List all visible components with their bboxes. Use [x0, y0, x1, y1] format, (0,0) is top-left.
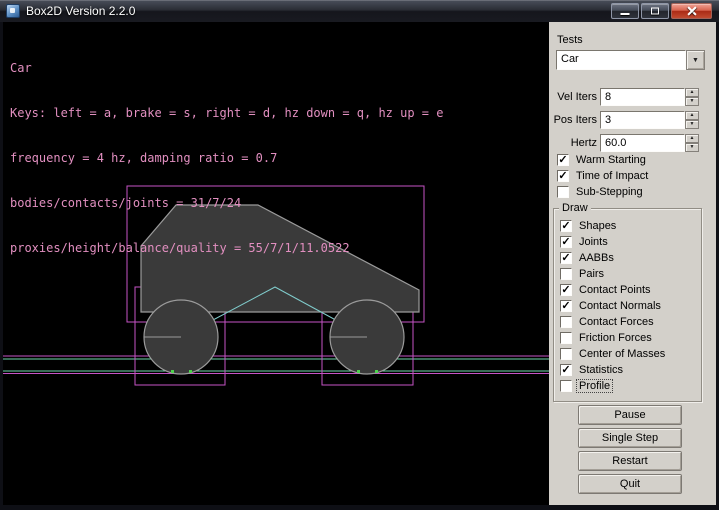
- checkbox-profile[interactable]: Profile: [560, 379, 612, 393]
- checkbox-box[interactable]: ✓: [560, 364, 572, 376]
- checkbox-label: Shapes: [577, 220, 618, 232]
- spinner-up-icon[interactable]: ▲: [685, 111, 699, 120]
- draw-group-title: Draw: [559, 202, 591, 214]
- debug-line-keys: Keys: left = a, brake = s, right = d, hz…: [10, 106, 443, 121]
- checkbox-box[interactable]: [560, 268, 572, 280]
- checkbox-box[interactable]: [560, 348, 572, 360]
- checkbox-pairs[interactable]: Pairs: [560, 267, 606, 281]
- hertz-arrows: ▲ ▼: [685, 134, 699, 152]
- spinner-down-icon[interactable]: ▼: [685, 143, 699, 152]
- checkbox-contact-forces[interactable]: Contact Forces: [560, 315, 656, 329]
- draw-group: Draw ✓ Shapes ✓ Joints ✓ AABBs Pairs: [553, 208, 702, 402]
- checkbox-sub-stepping[interactable]: Sub-Stepping: [557, 185, 645, 199]
- maximize-button[interactable]: [641, 3, 669, 19]
- tests-dropdown[interactable]: Car ▼: [556, 50, 705, 70]
- checkbox-label: Contact Forces: [577, 316, 656, 328]
- checkbox-label: AABBs: [577, 252, 616, 264]
- pos-iters-arrows: ▲ ▼: [685, 111, 699, 129]
- debug-line-counts: bodies/contacts/joints = 31/7/24: [10, 196, 443, 211]
- spinner-up-icon[interactable]: ▲: [685, 134, 699, 143]
- debug-text: Car Keys: left = a, brake = s, right = d…: [10, 31, 443, 286]
- checkbox-box[interactable]: ✓: [557, 170, 569, 182]
- checkbox-statistics[interactable]: ✓ Statistics: [560, 363, 625, 377]
- restart-button[interactable]: Restart: [578, 451, 682, 471]
- checkbox-label: Warm Starting: [574, 154, 648, 166]
- quit-button[interactable]: Quit: [578, 474, 682, 494]
- checkbox-contact-points[interactable]: ✓ Contact Points: [560, 283, 653, 297]
- checkbox-box[interactable]: ✓: [560, 300, 572, 312]
- checkbox-box[interactable]: [560, 380, 572, 392]
- checkbox-label: Statistics: [577, 364, 625, 376]
- checkbox-box[interactable]: [557, 186, 569, 198]
- checkbox-box[interactable]: ✓: [560, 220, 572, 232]
- checkbox-label: Friction Forces: [577, 332, 654, 344]
- checkbox-label: Time of Impact: [574, 170, 650, 182]
- app-window: Box2D Version 2.2.0: [0, 0, 719, 510]
- pos-iters-spinner: Pos Iters 3 ▲ ▼: [549, 111, 709, 129]
- window-body: Car Keys: left = a, brake = s, right = d…: [3, 22, 716, 505]
- single-step-button[interactable]: Single Step: [578, 428, 682, 448]
- debug-line-proxies: proxies/height/balance/quality = 55/7/1/…: [10, 241, 443, 256]
- dropdown-arrow-icon[interactable]: ▼: [686, 50, 705, 70]
- simulation-viewport[interactable]: Car Keys: left = a, brake = s, right = d…: [3, 22, 549, 505]
- checkbox-box[interactable]: ✓: [560, 284, 572, 296]
- vel-iters-input[interactable]: 8: [600, 88, 685, 106]
- vel-iters-spinner: Vel Iters 8 ▲ ▼: [549, 88, 709, 106]
- checkbox-box[interactable]: [560, 316, 572, 328]
- checkbox-center-of-masses[interactable]: Center of Masses: [560, 347, 667, 361]
- checkbox-box[interactable]: [560, 332, 572, 344]
- close-button[interactable]: [671, 3, 712, 19]
- minimize-icon: [621, 13, 630, 15]
- checkbox-box[interactable]: ✓: [557, 154, 569, 166]
- window-title: Box2D Version 2.2.0: [26, 4, 135, 18]
- checkbox-shapes[interactable]: ✓ Shapes: [560, 219, 618, 233]
- checkbox-label: Pairs: [577, 268, 606, 280]
- vel-iters-label: Vel Iters: [549, 91, 597, 103]
- spinner-up-icon[interactable]: ▲: [685, 88, 699, 97]
- checkbox-label: Sub-Stepping: [574, 186, 645, 198]
- hertz-input[interactable]: 60.0: [600, 134, 685, 152]
- checkbox-time-of-impact[interactable]: ✓ Time of Impact: [557, 169, 650, 183]
- pos-iters-label: Pos Iters: [549, 114, 597, 126]
- debug-line-frequency: frequency = 4 hz, damping ratio = 0.7: [10, 151, 443, 166]
- maximize-icon: [651, 8, 659, 15]
- checkbox-box[interactable]: ✓: [560, 236, 572, 248]
- checkbox-friction-forces[interactable]: Friction Forces: [560, 331, 654, 345]
- tests-dropdown-value: Car: [556, 50, 686, 70]
- caption-buttons: [611, 3, 712, 19]
- pause-button[interactable]: Pause: [578, 405, 682, 425]
- pos-iters-input[interactable]: 3: [600, 111, 685, 129]
- checkbox-joints[interactable]: ✓ Joints: [560, 235, 610, 249]
- checkbox-contact-normals[interactable]: ✓ Contact Normals: [560, 299, 663, 313]
- checkbox-label: Joints: [577, 236, 610, 248]
- checkbox-label: Contact Points: [577, 284, 653, 296]
- vel-iters-arrows: ▲ ▼: [685, 88, 699, 106]
- hertz-spinner: Hertz 60.0 ▲ ▼: [549, 134, 709, 152]
- spinner-down-icon[interactable]: ▼: [685, 120, 699, 129]
- tests-label: Tests: [557, 34, 583, 46]
- checkbox-label: Profile: [577, 380, 612, 392]
- checkbox-aabbs[interactable]: ✓ AABBs: [560, 251, 616, 265]
- app-icon: [6, 4, 20, 18]
- checkbox-label: Contact Normals: [577, 300, 663, 312]
- hertz-label: Hertz: [549, 137, 597, 149]
- spinner-down-icon[interactable]: ▼: [685, 97, 699, 106]
- minimize-button[interactable]: [611, 3, 639, 19]
- ground-lines: [3, 356, 549, 374]
- checkbox-warm-starting[interactable]: ✓ Warm Starting: [557, 153, 648, 167]
- debug-line-title: Car: [10, 61, 443, 76]
- checkbox-box[interactable]: ✓: [560, 252, 572, 264]
- title-bar[interactable]: Box2D Version 2.2.0: [0, 0, 719, 22]
- checkbox-label: Center of Masses: [577, 348, 667, 360]
- control-panel: Tests Car ▼ Vel Iters 8 ▲ ▼ Pos Iters 3 …: [549, 22, 716, 505]
